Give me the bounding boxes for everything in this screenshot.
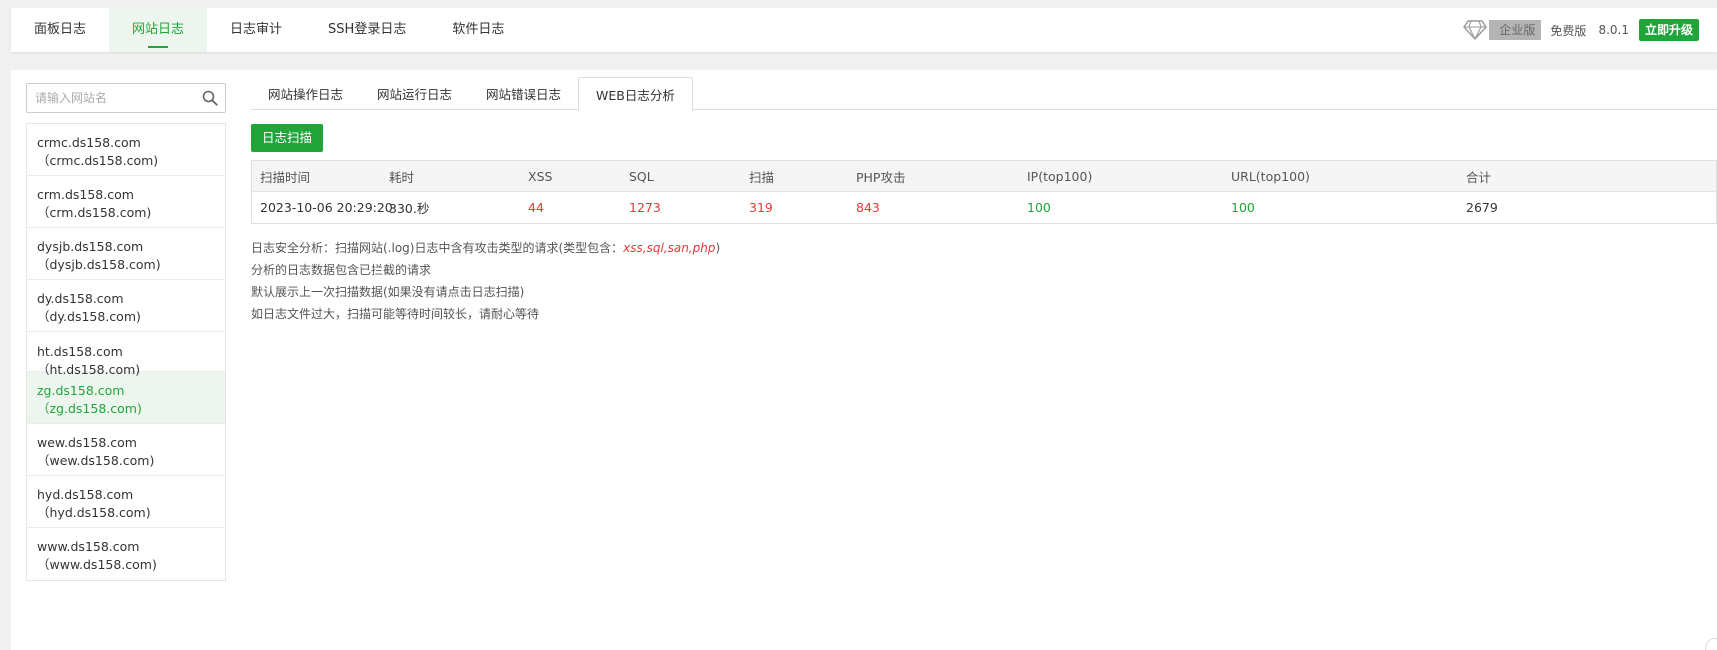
site-alias: （dysjb.ds158.com) [37,257,161,272]
resize-corner [1705,638,1717,650]
tab-log-audit[interactable]: 日志审计 [207,8,305,52]
version-number: 8.0.1 [1598,23,1629,37]
site-item-wew[interactable]: wew.ds158.com （wew.ds158.com) [27,424,225,476]
site-name: dy.ds158.com [37,291,124,306]
free-edition-label: 免费版 [1550,23,1587,38]
cell-url-top100[interactable]: 100 [1223,200,1458,215]
site-item-www[interactable]: www.ds158.com （www.ds158.com) [27,528,225,580]
col-xss: XSS [528,168,553,184]
cell-sql[interactable]: 1273 [621,200,741,215]
site-name: hyd.ds158.com [37,487,134,502]
cell-xss[interactable]: 44 [520,200,621,215]
edition-info: 企业版 免费版 8.0.1 立即升级 [1463,8,1699,52]
website-log-subtabs: 网站操作日志 网站运行日志 网站错误日志 WEB日志分析 [251,77,1717,111]
tab-software-log[interactable]: 软件日志 [429,8,527,52]
site-item-dysjb[interactable]: dysjb.ds158.com （dysjb.ds158.com) [27,228,225,280]
main-panel: crmc.ds158.com （crmc.ds158.com) crm.ds15… [11,70,1717,650]
site-name: dysjb.ds158.com [37,239,144,254]
site-name: crmc.ds158.com [37,135,141,150]
site-item-dy[interactable]: dy.ds158.com （dy.ds158.com) [27,280,225,332]
note-line-3: 默认展示上一次扫描数据(如果没有请点击日志扫描) [251,285,525,299]
site-item-crmc[interactable]: crmc.ds158.com （crmc.ds158.com) [27,124,225,176]
cell-scan-time: 2023-10-06 20:29:20 [260,200,393,215]
site-item-zg[interactable]: zg.ds158.com （zg.ds158.com) [27,372,225,424]
site-name: wew.ds158.com [37,435,137,450]
col-sql: SQL [629,168,654,184]
site-alias: （crmc.ds158.com) [37,153,159,168]
col-scan: 扫描 [749,169,775,185]
col-ip-top100: IP(top100) [1027,168,1093,184]
note-text: ) [715,241,721,255]
note-line-2: 分析的日志数据包含已拦截的请求 [251,263,432,277]
tab-site-operation-log[interactable]: 网站操作日志 [251,77,360,110]
enterprise-edition-badge[interactable]: 企业版 [1489,20,1542,40]
site-alias: （dy.ds158.com) [37,309,141,324]
cell-scan[interactable]: 319 [741,200,848,215]
cell-php-attack[interactable]: 843 [848,200,1019,215]
log-scan-button[interactable]: 日志扫描 [251,124,324,152]
site-alias: （hyd.ds158.com) [37,505,151,520]
tab-ssh-login-log[interactable]: SSH登录日志 [305,8,429,52]
analysis-notes: 日志安全分析：扫描网站(.log)日志中含有攻击类型的请求(类型包含：xss,s… [251,239,720,327]
search-icon[interactable] [202,90,218,106]
site-alias: （crm.ds158.com) [37,205,152,220]
site-name: ht.ds158.com（ht.ds158.com) [37,344,141,377]
cell-total: 2679 [1466,200,1498,215]
col-php-attack: PHP攻击 [856,169,906,185]
table-row: 2023-10-06 20:29:20 330.秒 44 1273 319 84… [252,192,1716,223]
col-duration: 耗时 [389,169,415,185]
col-url-top100: URL(top100) [1231,168,1310,184]
site-item-hyd[interactable]: hyd.ds158.com （hyd.ds158.com) [27,476,225,528]
site-name: www.ds158.com [37,539,140,554]
tab-site-run-log[interactable]: 网站运行日志 [360,77,469,110]
scan-result-table: 扫描时间 耗时 XSS SQL 扫描 PHP攻击 IP(top100) URL(… [251,160,1717,224]
table-header: 扫描时间 耗时 XSS SQL 扫描 PHP攻击 IP(top100) URL(… [252,161,1716,192]
site-item-ht[interactable]: ht.ds158.com（ht.ds158.com) [27,332,225,377]
site-alias: （www.ds158.com) [37,557,157,572]
log-type-tabs: 面板日志 网站日志 日志审计 SSH登录日志 软件日志 [11,8,527,52]
site-search-box [26,83,226,113]
cell-duration: 330.秒 [389,201,430,216]
note-text: 日志安全分析：扫描网站(.log)日志中含有攻击类型的请求(类型包含： [251,241,624,255]
diamond-icon [1463,20,1488,40]
tab-panel-log[interactable]: 面板日志 [11,8,109,52]
site-list: crmc.ds158.com （crmc.ds158.com) crm.ds15… [26,123,226,581]
site-search-input[interactable] [27,84,192,112]
tab-website-log[interactable]: 网站日志 [109,8,208,52]
site-name: zg.ds158.com [37,383,125,398]
site-alias: （zg.ds158.com) [37,401,142,416]
cell-ip-top100[interactable]: 100 [1019,200,1223,215]
top-nav-bar: 面板日志 网站日志 日志审计 SSH登录日志 软件日志 企业版 免费版 8.0.… [11,8,1717,52]
col-scan-time: 扫描时间 [260,169,311,185]
note-line-1: 日志安全分析：扫描网站(.log)日志中含有攻击类型的请求(类型包含：xss,s… [251,239,720,261]
site-name: crm.ds158.com [37,187,134,202]
site-alias: （wew.ds158.com) [37,453,155,468]
attack-types: xss,sql,san,php [623,241,716,255]
tab-web-log-analysis[interactable]: WEB日志分析 [578,77,693,111]
tab-site-error-log[interactable]: 网站错误日志 [469,77,578,110]
site-item-crm[interactable]: crm.ds158.com （crm.ds158.com) [27,176,225,228]
upgrade-button[interactable]: 立即升级 [1638,19,1699,41]
note-line-4: 如日志文件过大，扫描可能等待时间较长，请耐心等待 [251,307,540,321]
col-total: 合计 [1466,169,1492,185]
